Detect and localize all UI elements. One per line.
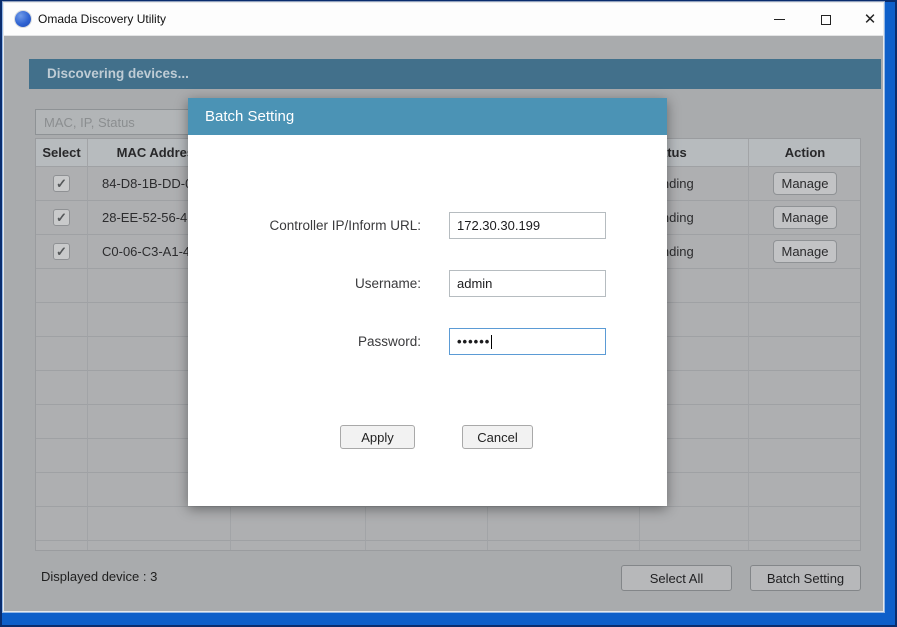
device-count: Displayed device : 3 bbox=[41, 569, 157, 584]
empty-cell bbox=[749, 371, 861, 405]
manage-button[interactable]: Manage bbox=[773, 172, 837, 195]
empty-cell bbox=[88, 541, 231, 551]
controller-url-value: 172.30.30.199 bbox=[457, 218, 540, 233]
action-cell: Manage bbox=[749, 167, 861, 201]
close-icon: ✕ bbox=[864, 12, 877, 27]
empty-cell bbox=[36, 507, 88, 541]
table-row bbox=[36, 507, 860, 541]
row-checkbox[interactable]: ✓ bbox=[53, 175, 70, 192]
header-cell-action: Action bbox=[749, 139, 861, 167]
apply-button[interactable]: Apply bbox=[340, 425, 415, 449]
empty-cell bbox=[749, 337, 861, 371]
empty-cell bbox=[231, 541, 366, 551]
password-value: •••••• bbox=[457, 334, 490, 349]
empty-cell bbox=[488, 541, 640, 551]
manage-button[interactable]: Manage bbox=[773, 206, 837, 229]
cancel-button[interactable]: Cancel bbox=[462, 425, 533, 449]
empty-cell bbox=[36, 541, 88, 551]
username-value: admin bbox=[457, 276, 492, 291]
empty-cell bbox=[488, 507, 640, 541]
maximize-button[interactable] bbox=[810, 3, 842, 36]
titlebar: Omada Discovery Utility ✕ bbox=[4, 3, 883, 36]
empty-cell bbox=[36, 337, 88, 371]
empty-cell bbox=[36, 371, 88, 405]
empty-cell bbox=[231, 507, 366, 541]
status-banner-text: Discovering devices... bbox=[47, 66, 189, 81]
modal-header: Batch Setting bbox=[188, 98, 667, 135]
modal-title: Batch Setting bbox=[188, 98, 667, 135]
username-label: Username: bbox=[188, 276, 421, 291]
empty-cell bbox=[749, 405, 861, 439]
select-all-button[interactable]: Select All bbox=[621, 565, 732, 591]
row-checkbox[interactable]: ✓ bbox=[53, 243, 70, 260]
empty-cell bbox=[749, 507, 861, 541]
action-cell: Manage bbox=[749, 235, 861, 269]
empty-cell bbox=[749, 269, 861, 303]
empty-cell bbox=[640, 507, 749, 541]
checkmark-icon: ✓ bbox=[56, 177, 67, 190]
username-input[interactable]: admin bbox=[449, 270, 606, 297]
minimize-button[interactable] bbox=[763, 3, 795, 36]
select-cell: ✓ bbox=[36, 201, 88, 235]
field-row-password: Password:•••••• bbox=[188, 328, 421, 355]
checkmark-icon: ✓ bbox=[56, 211, 67, 224]
row-checkbox[interactable]: ✓ bbox=[53, 209, 70, 226]
empty-cell bbox=[36, 439, 88, 473]
minimize-icon bbox=[774, 19, 785, 20]
empty-cell bbox=[36, 473, 88, 507]
empty-cell bbox=[749, 439, 861, 473]
batch-setting-button[interactable]: Batch Setting bbox=[750, 565, 861, 591]
empty-cell bbox=[749, 473, 861, 507]
manage-button[interactable]: Manage bbox=[773, 240, 837, 263]
select-cell: ✓ bbox=[36, 167, 88, 201]
empty-cell bbox=[366, 541, 488, 551]
select-cell: ✓ bbox=[36, 235, 88, 269]
text-cursor bbox=[491, 335, 492, 349]
empty-cell bbox=[749, 303, 861, 337]
password-input[interactable]: •••••• bbox=[449, 328, 606, 355]
empty-cell bbox=[88, 507, 231, 541]
action-cell: Manage bbox=[749, 201, 861, 235]
empty-cell bbox=[36, 405, 88, 439]
status-banner: Discovering devices... bbox=[29, 59, 881, 89]
controller-url-label: Controller IP/Inform URL: bbox=[188, 218, 421, 233]
app-window: Omada Discovery Utility ✕ Discovering de… bbox=[3, 2, 884, 612]
maximize-icon bbox=[821, 15, 831, 25]
app-logo-icon bbox=[15, 11, 31, 27]
close-button[interactable]: ✕ bbox=[854, 3, 886, 36]
controller-url-input[interactable]: 172.30.30.199 bbox=[449, 212, 606, 239]
password-label: Password: bbox=[188, 334, 421, 349]
empty-cell bbox=[36, 269, 88, 303]
batch-setting-modal: Batch Setting Controller IP/Inform URL:1… bbox=[188, 98, 667, 506]
desktop-background: Omada Discovery Utility ✕ Discovering de… bbox=[0, 0, 897, 627]
empty-cell bbox=[640, 541, 749, 551]
empty-cell bbox=[36, 303, 88, 337]
empty-cell bbox=[749, 541, 861, 551]
empty-cell bbox=[366, 507, 488, 541]
checkmark-icon: ✓ bbox=[56, 245, 67, 258]
field-row-username: Username:admin bbox=[188, 270, 421, 297]
window-title: Omada Discovery Utility bbox=[38, 3, 166, 36]
header-cell-select: Select bbox=[36, 139, 88, 167]
field-row-controller-url: Controller IP/Inform URL:172.30.30.199 bbox=[188, 212, 421, 239]
table-row bbox=[36, 541, 860, 551]
